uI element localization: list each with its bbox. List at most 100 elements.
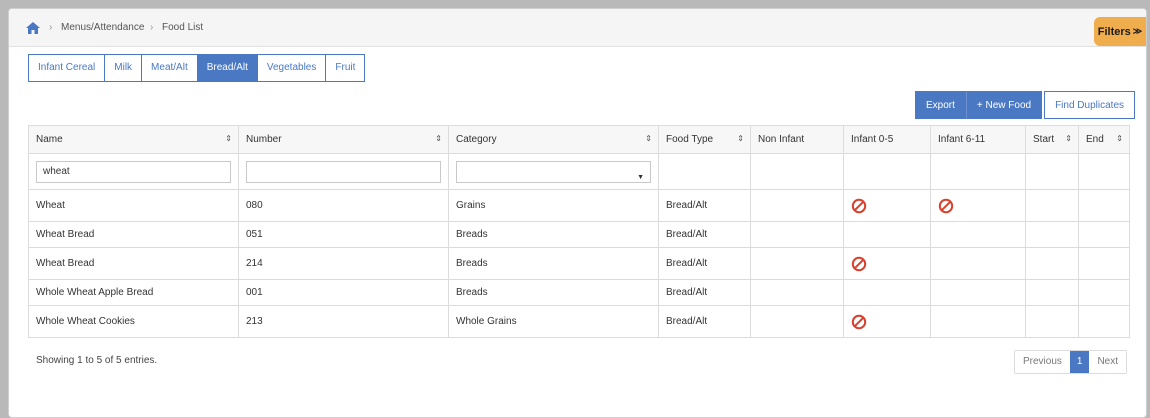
- column-label: Infant 0-5: [851, 134, 894, 145]
- column-header-non-infant: Non Infant: [750, 125, 844, 154]
- cell-number: 051: [238, 221, 449, 248]
- cell-end: [1078, 247, 1130, 280]
- not-allowed-icon: [851, 198, 867, 213]
- sort-icon[interactable]: ⇕: [737, 134, 744, 143]
- breadcrumb-page: Food List: [162, 22, 204, 33]
- breadcrumb-separator: ›: [150, 22, 154, 33]
- cell-start: [1025, 189, 1079, 222]
- cell-food-type: Bread/Alt: [658, 221, 751, 248]
- breadcrumb-separator: ›: [49, 22, 53, 33]
- tab-meat-alt[interactable]: Meat/Alt: [142, 55, 198, 81]
- sort-icon[interactable]: ⇕: [435, 134, 442, 143]
- food-category-tabs: Infant Cereal Milk Meat/Alt Bread/Alt Ve…: [28, 54, 366, 82]
- sort-icon[interactable]: ⇕: [225, 134, 232, 143]
- filter-row: wheat ▼: [28, 153, 1130, 190]
- new-food-button[interactable]: + New Food: [965, 91, 1043, 119]
- tab-infant-cereal[interactable]: Infant Cereal: [29, 55, 106, 81]
- cell-number: 001: [238, 279, 449, 306]
- table-row[interactable]: Wheat 080 Grains Bread/Alt: [28, 189, 1130, 222]
- food-list-panel: › Menus/Attendance › Food List Filters ≫…: [8, 8, 1147, 418]
- cell-category: Whole Grains: [448, 305, 659, 338]
- cell-category: Breads: [448, 221, 659, 248]
- cell-infant-6-11: [930, 279, 1026, 306]
- cell-food-type: Bread/Alt: [658, 189, 751, 222]
- not-allowed-icon: [851, 256, 867, 271]
- cell-name: Wheat: [28, 189, 239, 222]
- cell-food-type: Bread/Alt: [658, 247, 751, 280]
- cell-infant-0-5: [843, 305, 931, 338]
- cell-name: Wheat Bread: [28, 247, 239, 280]
- breadcrumb-section[interactable]: Menus/Attendance: [61, 22, 144, 33]
- not-allowed-icon: [938, 198, 954, 213]
- food-table: Name ⇕ Number ⇕ Category ⇕ Food Type ⇕ Non I…: [28, 125, 1130, 338]
- export-button[interactable]: Export: [914, 91, 966, 119]
- cell-non-infant: [750, 305, 844, 338]
- column-label: End: [1086, 134, 1104, 145]
- tab-fruit[interactable]: Fruit: [326, 55, 365, 81]
- category-filter-select[interactable]: ▼: [456, 160, 651, 183]
- not-allowed-icon: [851, 314, 867, 329]
- home-icon[interactable]: [26, 22, 40, 34]
- cell-infant-0-5: [843, 279, 931, 306]
- cell-non-infant: [750, 221, 844, 248]
- cell-end: [1078, 189, 1130, 222]
- cell-food-type: Bread/Alt: [658, 279, 751, 306]
- column-header-end[interactable]: End ⇕: [1078, 125, 1130, 154]
- cell-infant-0-5: [843, 189, 931, 222]
- column-header-infant-6-11: Infant 6-11: [930, 125, 1026, 154]
- column-label: Non Infant: [758, 134, 805, 145]
- double-chevron-down-icon: ≫: [1132, 26, 1143, 36]
- column-label: Number: [246, 134, 282, 145]
- filters-label: Filters: [1097, 25, 1131, 38]
- cell-name: Wheat Bread: [28, 221, 239, 248]
- find-duplicates-button[interactable]: Find Duplicates: [1044, 91, 1135, 119]
- name-filter-input[interactable]: wheat: [36, 160, 231, 183]
- cell-category: Breads: [448, 247, 659, 280]
- cell-end: [1078, 305, 1130, 338]
- filters-toggle[interactable]: Filters ≫: [1094, 17, 1146, 46]
- page-1-button[interactable]: 1: [1069, 351, 1090, 373]
- next-page-button[interactable]: Next: [1089, 351, 1126, 373]
- column-header-category[interactable]: Category ⇕: [448, 125, 659, 154]
- cell-infant-6-11: [930, 221, 1026, 248]
- table-row[interactable]: Wheat Bread 214 Breads Bread/Alt: [28, 247, 1130, 280]
- cell-start: [1025, 305, 1079, 338]
- sort-icon[interactable]: ⇕: [645, 134, 652, 143]
- cell-infant-0-5: [843, 247, 931, 280]
- cell-non-infant: [750, 189, 844, 222]
- cell-food-type: Bread/Alt: [658, 305, 751, 338]
- cell-non-infant: [750, 247, 844, 280]
- column-header-name[interactable]: Name ⇕: [28, 125, 239, 154]
- table-row[interactable]: Whole Wheat Apple Bread 001 Breads Bread…: [28, 279, 1130, 306]
- column-label: Name: [36, 134, 63, 145]
- number-filter-input[interactable]: [246, 160, 441, 183]
- table-row[interactable]: Wheat Bread 051 Breads Bread/Alt: [28, 221, 1130, 248]
- cell-start: [1025, 221, 1079, 248]
- cell-infant-6-11: [930, 189, 1026, 222]
- cell-category: Breads: [448, 279, 659, 306]
- pagination: Previous 1 Next: [1013, 350, 1127, 374]
- cell-number: 214: [238, 247, 449, 280]
- cell-infant-0-5: [843, 221, 931, 248]
- tab-vegetables[interactable]: Vegetables: [257, 55, 327, 81]
- cell-infant-6-11: [930, 247, 1026, 280]
- cell-start: [1025, 279, 1079, 306]
- previous-page-button[interactable]: Previous: [1014, 351, 1070, 373]
- table-actions: Export + New Food Find Duplicates: [914, 91, 1135, 119]
- table-row[interactable]: Whole Wheat Cookies 213 Whole Grains Bre…: [28, 305, 1130, 338]
- cell-infant-6-11: [930, 305, 1026, 338]
- cell-category: Grains: [448, 189, 659, 222]
- cell-end: [1078, 279, 1130, 306]
- sort-icon[interactable]: ⇕: [1116, 134, 1123, 143]
- column-header-infant-0-5: Infant 0-5: [843, 125, 931, 154]
- cell-start: [1025, 247, 1079, 280]
- breadcrumb-bar: › Menus/Attendance › Food List Filters ≫: [9, 9, 1146, 47]
- tab-milk[interactable]: Milk: [105, 55, 143, 81]
- sort-icon[interactable]: ⇕: [1065, 134, 1072, 143]
- column-header-number[interactable]: Number ⇕: [238, 125, 449, 154]
- tab-bread-alt[interactable]: Bread/Alt: [197, 55, 258, 81]
- column-header-food-type[interactable]: Food Type ⇕: [658, 125, 751, 154]
- table-header-row: Name ⇕ Number ⇕ Category ⇕ Food Type ⇕ Non I…: [28, 125, 1130, 154]
- cell-number: 080: [238, 189, 449, 222]
- column-header-start[interactable]: Start ⇕: [1025, 125, 1079, 154]
